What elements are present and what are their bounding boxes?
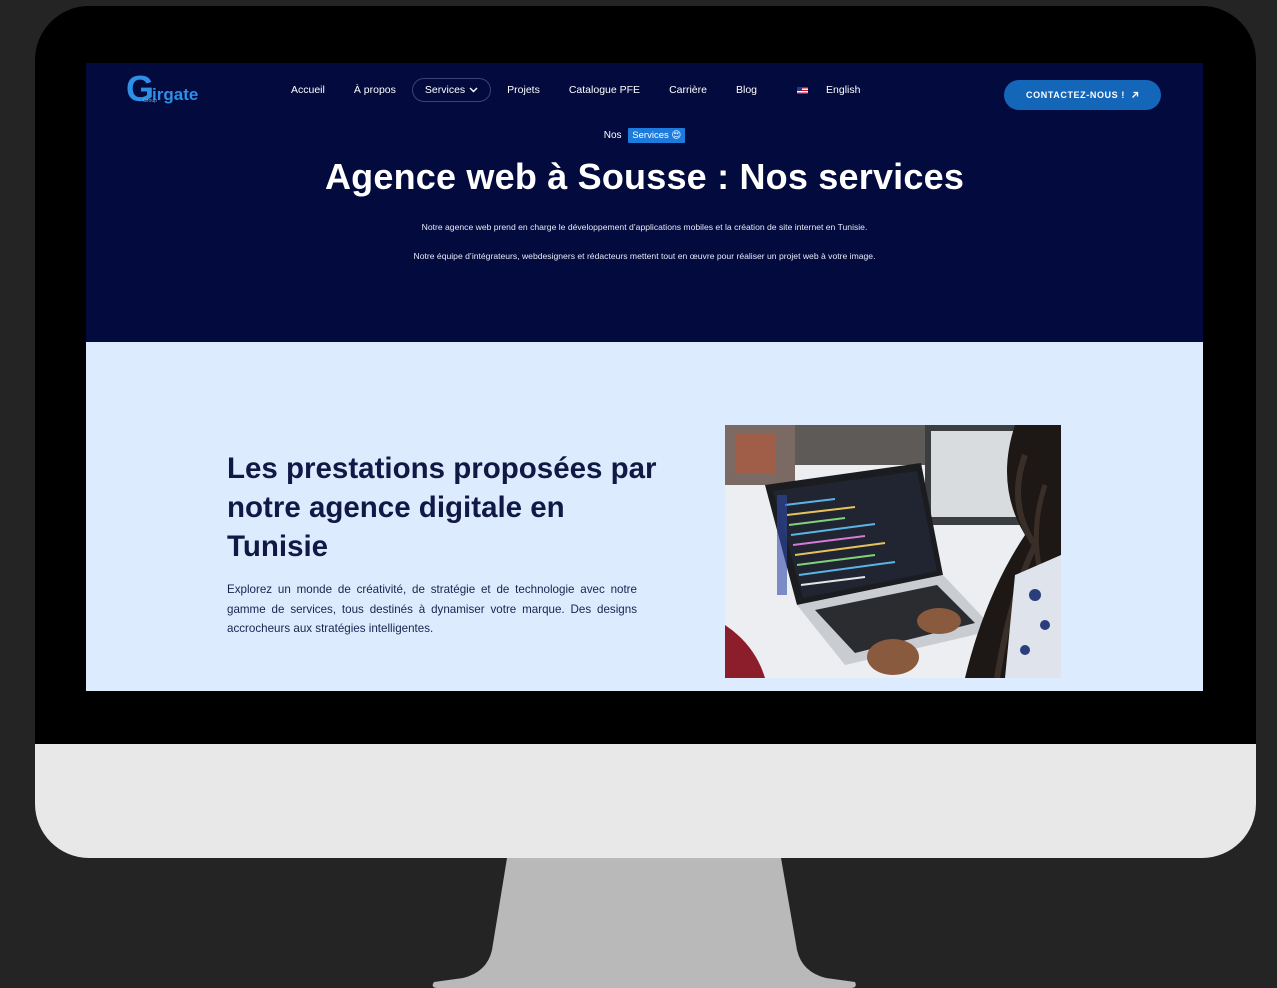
chevron-down-icon (469, 87, 478, 93)
hero-paragraph-2: Notre équipe d’intégrateurs, webdesigner… (413, 251, 876, 261)
hero-eyebrow: Nos Services 😍 (86, 128, 1203, 143)
eyebrow-tag: Services 😍 (628, 128, 686, 143)
language-switcher[interactable]: English (826, 84, 860, 96)
eyebrow-prefix: Nos (603, 130, 622, 141)
laptop-coding-image (725, 425, 1061, 678)
page-title: Agence web à Sousse : Nos services (324, 156, 965, 197)
monitor-chin (35, 744, 1256, 858)
contact-button-label: CONTACTEZ-NOUS ! (1026, 90, 1125, 100)
nav-item-blog[interactable]: Blog (736, 84, 757, 96)
monitor-frame: G irgate Group Accueil À propos Services… (35, 6, 1256, 858)
nav-item-services[interactable]: Services (411, 78, 492, 102)
section-title: Les prestations proposées par notre agen… (227, 452, 657, 563)
nav-item-carriere[interactable]: Carrière (669, 84, 707, 96)
nav-item-services-label: Services (424, 84, 466, 96)
hero-section: G irgate Group Accueil À propos Services… (86, 63, 1203, 342)
us-flag-icon (797, 86, 809, 94)
nav-item-accueil[interactable]: Accueil (291, 84, 325, 96)
section-paragraph: Explorez un monde de créativité, de stra… (227, 583, 637, 636)
logo-text: irgate (152, 85, 199, 104)
hero-paragraph-1: Notre agence web prend en charge le déve… (421, 222, 868, 232)
logo-subtext: Group (143, 98, 157, 104)
main-nav: Accueil À propos Services Projets Catalo… (291, 78, 889, 102)
nav-item-a-propos[interactable]: À propos (354, 84, 396, 96)
arrow-up-right-icon (1132, 91, 1139, 98)
site-logo[interactable]: G irgate (126, 71, 216, 107)
website-screen: G irgate Group Accueil À propos Services… (86, 63, 1203, 691)
nav-item-projets[interactable]: Projets (507, 84, 540, 96)
contact-button[interactable]: CONTACTEZ-NOUS ! (1004, 80, 1161, 110)
laptop-photo-illustration (725, 425, 1061, 678)
nav-item-catalogue-pfe[interactable]: Catalogue PFE (569, 84, 640, 96)
